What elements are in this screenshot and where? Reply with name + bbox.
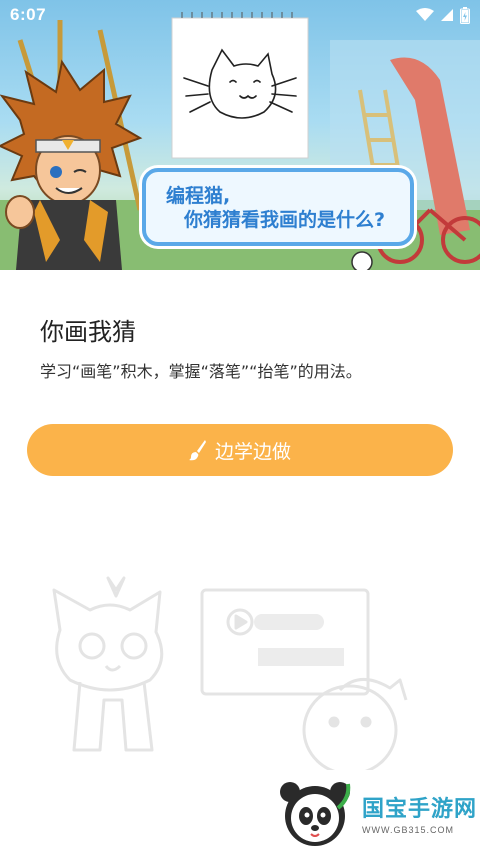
wifi-icon [416, 8, 434, 21]
battery-icon [460, 6, 470, 24]
learn-and-do-button[interactable]: 边学边做 [27, 424, 453, 476]
ball [351, 251, 373, 270]
background-illustration [52, 576, 408, 770]
brush-icon [188, 440, 206, 461]
boy-character [0, 59, 143, 270]
watermark-text: 国宝手游网 WWW.GB315.COM [362, 791, 477, 835]
status-bar: 6:07 [0, 0, 480, 30]
watermark-brand: 国宝手游网 [362, 796, 478, 822]
hero-banner: 6:07 编程猫, 你猜猜看我画的是什么? [0, 0, 480, 270]
mascot-outline [52, 576, 164, 752]
learn-and-do-label: 边学边做 [214, 440, 291, 463]
lesson-title: 你画我猜 [40, 318, 136, 346]
site-watermark: 国宝手游网 WWW.GB315.COM [262, 772, 480, 853]
screen-outline [200, 588, 370, 696]
speech-bubble: 编程猫, 你猜猜看我画的是什么? [142, 168, 414, 246]
speech-line-2: 你猜猜看我画的是什么? [184, 209, 386, 231]
status-icons [416, 6, 470, 24]
speech-line-1: 编程猫, [166, 185, 231, 207]
lesson-description: 学习“画笔”积木，掌握“落笔”“抬笔”的用法。 [40, 362, 362, 381]
cat-drawing-paper [171, 12, 309, 159]
signal-icon [441, 9, 453, 21]
panda-logo-icon [280, 781, 351, 846]
watermark-url: WWW.GB315.COM [362, 824, 455, 835]
status-time: 6:07 [10, 5, 47, 24]
